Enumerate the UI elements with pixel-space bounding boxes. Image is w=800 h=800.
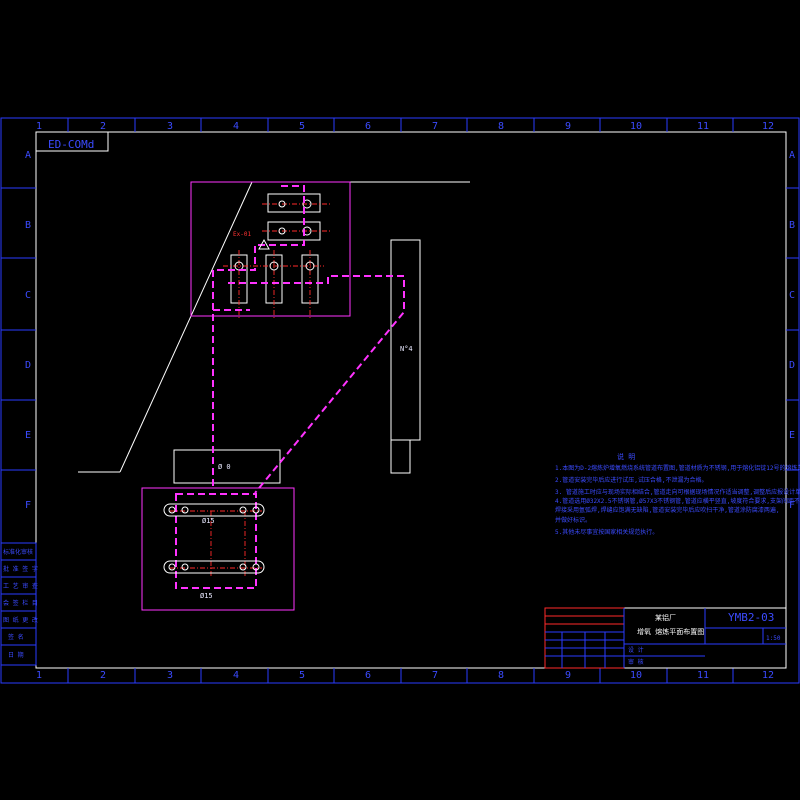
row-label: E: [789, 430, 795, 441]
row-label: D: [25, 360, 31, 371]
cad-drawing: 1 2 3 4 5 6 7 8 9 10 11 12 1 2 3 4 5 6 7…: [0, 117, 800, 684]
col-label: 12: [762, 121, 774, 132]
col-label: 3: [167, 670, 173, 681]
row-label: B: [25, 220, 31, 231]
row-label: A: [789, 150, 795, 161]
col-label: 2: [100, 121, 106, 132]
row-label: F: [25, 500, 31, 511]
col-label: 1: [36, 670, 42, 681]
col-label: 3: [167, 121, 173, 132]
col-label: 11: [697, 670, 709, 681]
centerlines: [170, 203, 330, 578]
col-label: 9: [565, 121, 571, 132]
box-label: Ø 0: [218, 463, 231, 471]
column-labels-bottom: 1 2 3 4 5 6 7 8 9 10 11 12: [36, 670, 774, 681]
drawing-number: YMB2-03: [728, 611, 774, 624]
row-label: C: [25, 290, 31, 301]
note-line: 并做好标识。: [555, 516, 591, 524]
col-label: 4: [233, 670, 239, 681]
col-label: 6: [365, 670, 371, 681]
drawing-code-box: ED-COMd: [36, 132, 109, 152]
col-label: 10: [630, 670, 642, 681]
building-outline: [78, 181, 470, 484]
furnace-label: N°4: [400, 345, 413, 353]
strip-label: 会 签 栏 目: [3, 599, 38, 607]
company-name: 某铝厂: [655, 613, 676, 622]
reviewer-label: 审 核: [628, 658, 644, 666]
strip-label: 日 期: [8, 651, 24, 659]
track-rails: [163, 503, 265, 574]
note-line: 3. 管道施工时应与现场实际相结合,管道走向可根据现场情况作适当调整,调整后应报…: [555, 488, 800, 496]
col-label: 4: [233, 121, 239, 132]
row-label: B: [789, 220, 795, 231]
designer-label: 设 计: [628, 646, 644, 654]
strip-label: 批 准 签 字: [3, 565, 38, 573]
title-block: 某铝厂 增氧 熔炼平面布置图 YMB2-03 1:50 设 计 审 核: [544, 607, 787, 669]
strip-label: 标准化审核: [3, 548, 33, 556]
col-label: 6: [365, 121, 371, 132]
general-notes: 说 明 1.本图为D-2熔炼炉增氧燃烧系统管道布置图,管道材质为不锈钢,用于熔化…: [555, 452, 800, 536]
row-label: C: [789, 290, 795, 301]
col-label: 8: [498, 670, 504, 681]
strip-label: 工 艺 审 查: [3, 582, 38, 590]
col-label: 2: [100, 670, 106, 681]
strip-label: 图 纸 更 改: [3, 616, 38, 624]
col-label: 7: [432, 121, 438, 132]
col-label: 10: [630, 121, 642, 132]
sheet-frame: [0, 117, 800, 684]
col-label: 7: [432, 670, 438, 681]
col-label: 5: [299, 121, 305, 132]
drawing-labels: Ex-01 N°4 Ø 0 Ø15 Ø15: [200, 231, 413, 600]
note-line: 2.管道安装完毕后应进行试压,试压合格,不泄漏为合格。: [555, 476, 707, 484]
col-label: 12: [762, 670, 774, 681]
row-label: A: [25, 150, 31, 161]
col-label: 5: [299, 670, 305, 681]
frame-dimension: Ø15: [202, 517, 215, 525]
col-label: 9: [565, 670, 571, 681]
column-labels-top: 1 2 3 4 5 6 7 8 9 10 11 12: [36, 121, 774, 132]
note-line: 4.管道选用Ø32X2.5不锈钢管,Ø57X3不锈钢管,管道应横平竖直,坡度符合…: [555, 497, 800, 505]
drawing-title: 增氧 熔炼平面布置图: [637, 627, 704, 636]
drawing-code: ED-COMd: [48, 138, 94, 151]
row-label: D: [789, 360, 795, 371]
tag-label-red: Ex-01: [233, 231, 251, 238]
note-line: 1.本图为D-2熔炼炉增氧燃烧系统管道布置图,管道材质为不锈钢,用于熔化铝锭12…: [555, 464, 800, 472]
drawing-scale: 1:50: [766, 635, 781, 642]
notes-heading: 说 明: [617, 452, 635, 461]
oxygen-pipeline: [141, 181, 405, 611]
left-revision-strip: 标准化审核 批 准 签 字 工 艺 审 查 会 签 栏 目 图 纸 更 改 签 …: [0, 542, 38, 666]
bottom-dimension: Ø15: [200, 592, 213, 600]
col-label: 11: [697, 121, 709, 132]
note-line: 焊接采用氩弧焊,焊缝应饱满无缺陷,管道安装完毕后应吹扫干净,管道涂防腐漆两遍,: [555, 506, 779, 514]
row-label: E: [25, 430, 31, 441]
strip-label: 签 名: [8, 633, 24, 641]
note-line: 5.其他未尽事宜按国家相关规范执行。: [555, 528, 658, 536]
col-label: 1: [36, 121, 42, 132]
col-label: 8: [498, 121, 504, 132]
